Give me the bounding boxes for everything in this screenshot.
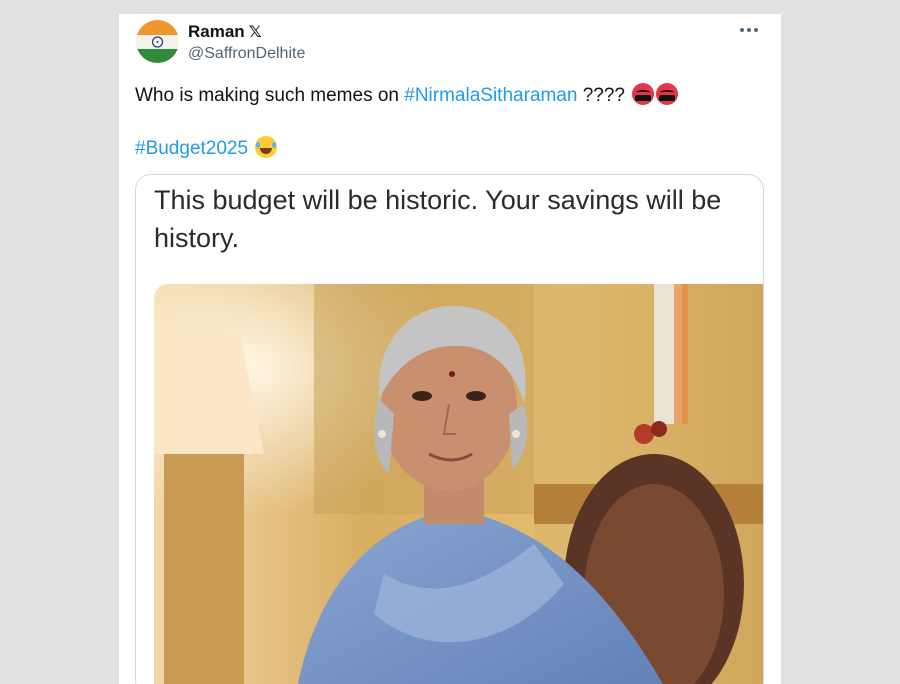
hashtag-link-nirmala[interactable]: #NirmalaSitharaman [404,85,577,106]
cursing-face-icon [656,83,679,105]
author-name-row: Raman 𝕏 [188,22,262,42]
portrait-photo [154,284,763,684]
more-options-icon[interactable] [737,18,761,42]
avatar[interactable] [136,20,179,63]
cursing-face-icon [632,83,655,105]
tweet-text-prefix: Who is making such memes on [135,85,405,106]
tweet-text-line-1: Who is making such memes on #NirmalaSith… [135,83,679,107]
tears-of-joy-icon [255,136,278,158]
tweet-media[interactable]: This budget will be historic. Your savin… [135,174,764,684]
author-display-name[interactable]: Raman [188,22,245,42]
author-handle[interactable]: @SaffronDelhite [188,45,305,63]
hashtag-link-budget[interactable]: #Budget2025 [135,138,248,159]
meme-caption: This budget will be historic. Your savin… [154,185,722,253]
tweet-text-line-2: #Budget2025 [135,136,278,160]
india-flag-icon [136,20,179,63]
x-logo-icon: 𝕏 [248,22,262,41]
tweet-text-suffix: ???? [577,85,631,106]
tweet-card[interactable]: Raman 𝕏 @SaffronDelhite Who is making su… [119,14,781,684]
